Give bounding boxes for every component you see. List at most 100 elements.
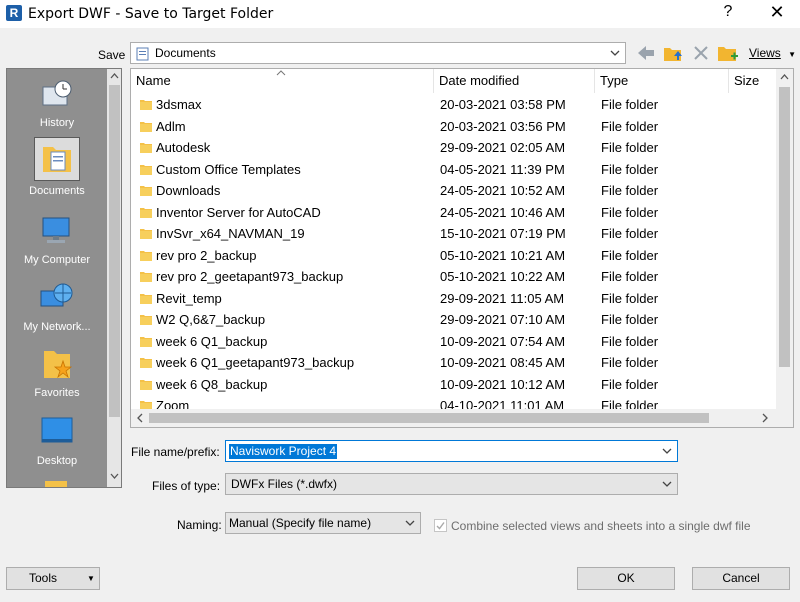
file-date: 10-09-2021 08:45 AM [440, 355, 566, 370]
place-label: My Network... [23, 321, 91, 333]
file-date: 10-09-2021 10:12 AM [440, 376, 566, 392]
filename-input[interactable]: Naviswork Project 4 [225, 440, 678, 462]
place-desktop[interactable]: Desktop [7, 415, 107, 467]
file-type: File folder [601, 97, 659, 112]
up-folder-icon[interactable] [661, 42, 685, 64]
filename-selected-text: Naviswork Project 4 [229, 444, 338, 459]
file-name: W2 Q,6&7_backup [156, 312, 266, 327]
delete-icon[interactable] [689, 42, 713, 64]
place-documents[interactable]: Documents [7, 137, 107, 197]
file-row[interactable]: Adlm 20-03-2021 03:56 PM File folder [131, 116, 776, 138]
place-label: History [39, 117, 75, 129]
file-type: File folder [601, 290, 659, 306]
new-folder-icon[interactable] [716, 42, 740, 64]
file-date: 20-03-2021 03:56 PM [440, 118, 566, 134]
file-type: File folder [601, 161, 659, 177]
file-row[interactable]: InvSvr_x64_NAVMAN_19 15-10-2021 07:19 PM F… [131, 223, 776, 245]
save-in-combo[interactable]: Documents [130, 42, 626, 64]
file-row[interactable]: Autodesk 29-09-2021 02:05 AM File folder [131, 137, 776, 159]
ok-button[interactable]: OK [577, 567, 675, 590]
file-row[interactable]: Downloads 24-05-2021 10:52 AM File folder [131, 180, 776, 202]
file-row[interactable]: Revit_temp 29-09-2021 11:05 AM File folder [131, 288, 776, 310]
chevron-down-icon[interactable] [404, 517, 416, 529]
file-type: File folder [601, 183, 659, 198]
revit-app-icon: R [6, 5, 22, 21]
horizontal-scroll-thumb[interactable] [149, 413, 709, 423]
column-header-date[interactable]: Date modified [434, 69, 595, 93]
file-row[interactable]: rev pro 2_geetapant973_backup 05-10-2021 … [131, 266, 776, 288]
file-date: 15-10-2021 07:19 PM [440, 226, 566, 241]
file-name: week 6 Q8_backup [156, 376, 268, 392]
views-menu-button[interactable]: Views ▼ [749, 46, 796, 60]
file-row[interactable]: week 6 Q1_geetapant973_backup 10-09-2021 … [131, 352, 776, 374]
file-date: 04-05-2021 11:39 PM [440, 161, 565, 177]
place-my-computer[interactable]: My Computer [7, 214, 107, 266]
column-header-size[interactable]: Size [729, 69, 779, 93]
file-row[interactable]: W2 Q,6&7_backup 29-09-2021 07:10 AM File f… [131, 309, 776, 331]
combine-checkbox[interactable] [434, 519, 447, 532]
file-date: 24-05-2021 10:52 AM [440, 183, 566, 198]
save-in-value: Documents [155, 46, 216, 60]
chevron-down-icon[interactable] [609, 47, 621, 59]
close-button[interactable]: ✕ [762, 2, 792, 23]
scroll-up-arrow-icon[interactable] [107, 69, 122, 83]
views-label: Views [749, 46, 781, 60]
file-type: File folder [601, 226, 659, 241]
horizontal-scrollbar[interactable] [131, 409, 793, 427]
column-label: Size [734, 73, 760, 88]
file-type: File folder [601, 376, 659, 392]
naming-select[interactable]: Manual (Specify file name) [225, 512, 421, 534]
cancel-button[interactable]: Cancel [692, 567, 790, 590]
file-type: File folder [601, 269, 659, 284]
file-date: 29-09-2021 07:10 AM [440, 312, 566, 327]
filename-label: File name/prefix: [131, 445, 220, 459]
file-type: File folder [601, 312, 659, 327]
file-row[interactable]: week 6 Q1_backup 10-09-2021 07:54 AM File … [131, 331, 776, 353]
place-favorites[interactable]: Favorites [7, 347, 107, 399]
place-label: My Computer [23, 254, 91, 266]
file-name: InvSvr_x64_NAVMAN_19 [156, 226, 305, 241]
help-button[interactable]: ? [713, 3, 743, 21]
column-header-type[interactable]: Type [595, 69, 729, 93]
place-history[interactable]: History [7, 77, 107, 129]
scroll-right-arrow-icon[interactable] [758, 411, 772, 425]
file-row[interactable]: Inventor Server for AutoCAD 24-05-2021 10… [131, 202, 776, 224]
file-row[interactable]: Custom Office Templates 04-05-2021 11:39 … [131, 159, 776, 181]
tools-button[interactable]: Tools ▼ [6, 567, 100, 590]
file-name: 3dsmax [156, 97, 202, 112]
save-in-label: Save [98, 48, 126, 62]
caret-down-icon: ▼ [87, 574, 95, 583]
places-scroll-thumb[interactable] [109, 85, 120, 417]
file-list: Name Date modified Type Size 3dsmax 20-03… [130, 68, 794, 428]
file-row[interactable]: rev pro 2_backup 05-10-2021 10:21 AM File … [131, 245, 776, 267]
file-type: File folder [601, 140, 659, 155]
column-label: Type [600, 73, 629, 88]
place-my-network[interactable]: My Network... [7, 281, 107, 333]
places-bar: History Documents My Computer My Network… [6, 68, 122, 488]
file-name: rev pro 2_geetapant973_backup [156, 269, 344, 284]
favorites-icon [44, 351, 73, 379]
file-row[interactable]: 3dsmax 20-03-2021 03:58 PM File folder [131, 94, 776, 116]
file-name: rev pro 2_backup [156, 247, 257, 263]
column-header-name[interactable]: Name [131, 69, 434, 93]
filetype-select[interactable]: DWFx Files (*.dwfx) [225, 473, 678, 495]
chevron-down-icon[interactable] [661, 445, 673, 457]
file-type: File folder [601, 204, 659, 220]
file-name: Downloads [156, 183, 221, 198]
file-name: Inventor Server for AutoCAD [156, 204, 321, 220]
back-arrow-icon[interactable] [634, 42, 658, 64]
scroll-up-arrow-icon[interactable] [776, 69, 793, 85]
vertical-scrollbar[interactable] [776, 69, 793, 410]
folder-icon [140, 164, 152, 175]
scroll-left-arrow-icon[interactable] [133, 411, 147, 425]
scroll-down-arrow-icon[interactable] [107, 469, 122, 483]
file-name: week 6 Q1_geetapant973_backup [156, 355, 355, 370]
vertical-scroll-thumb[interactable] [779, 87, 790, 367]
places-scrollbar[interactable] [107, 69, 122, 487]
file-type: File folder [601, 333, 659, 349]
chevron-down-icon[interactable] [661, 478, 673, 490]
combine-label: Combine selected views and sheets into a… [451, 519, 751, 533]
file-name: Autodesk [156, 140, 211, 155]
folder-icon [140, 379, 152, 390]
file-row[interactable]: week 6 Q8_backup 10-09-2021 10:12 AM File … [131, 374, 776, 396]
